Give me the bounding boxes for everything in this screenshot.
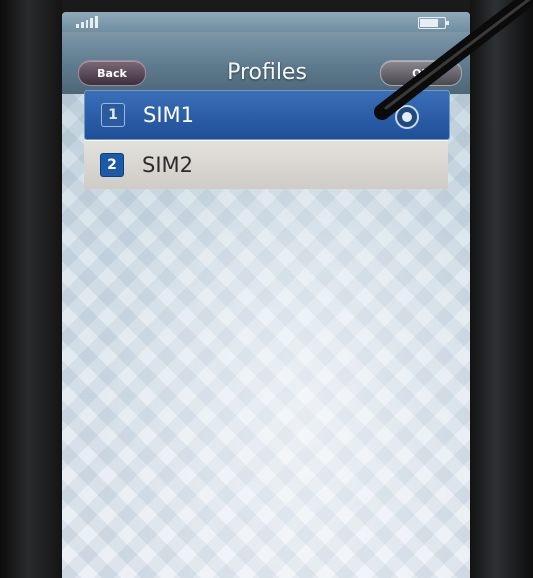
stylus-pen <box>374 0 533 120</box>
